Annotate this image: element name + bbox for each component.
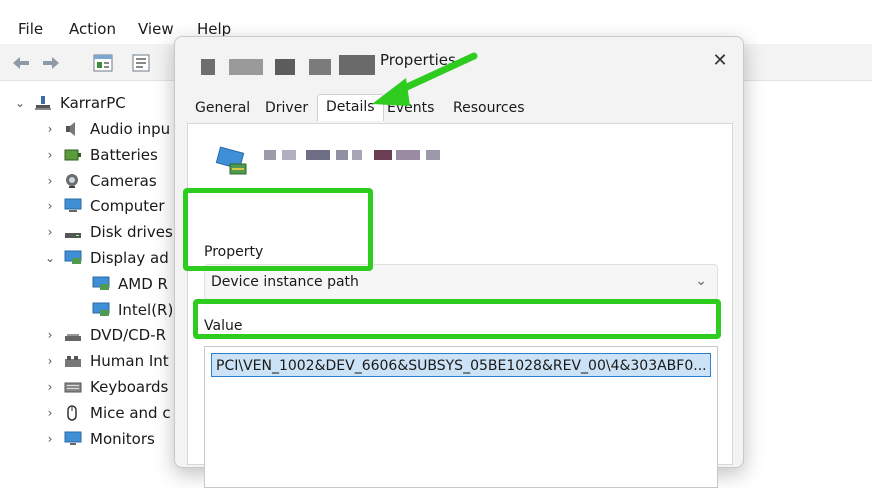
- chevron-right-icon[interactable]: ›: [44, 122, 56, 136]
- mouse-icon: [64, 405, 82, 421]
- chevron-right-icon[interactable]: ›: [44, 380, 56, 394]
- back-arrow-icon[interactable]: [10, 54, 32, 72]
- tree-item-label: Intel(R): [118, 300, 174, 319]
- console-tree-icon[interactable]: [92, 54, 114, 72]
- menu-file[interactable]: File: [18, 20, 43, 38]
- tree-item-label: Audio inpu: [90, 120, 171, 138]
- properties-icon[interactable]: [130, 54, 152, 72]
- speaker-icon: [64, 121, 82, 137]
- device-tree: ⌄ KarrarPC › Audio inpu › Batteries › Cameras…: [0, 92, 180, 449]
- close-icon: ✕: [712, 49, 728, 71]
- tree-item[interactable]: › Monitors: [44, 428, 155, 450]
- tree-item[interactable]: › Keyboards: [44, 376, 169, 398]
- menu-view[interactable]: View: [138, 20, 174, 38]
- tree-item-label: Mice and c: [90, 403, 171, 422]
- value-list-item[interactable]: PCI\VEN_1002&DEV_6606&SUBSYS_05BE1028&RE…: [211, 353, 711, 377]
- details-panel: Property Device instance path ⌄ Value PC…: [187, 123, 733, 488]
- property-dropdown-value: Device instance path: [211, 274, 359, 290]
- tab-general[interactable]: General: [195, 100, 250, 116]
- tree-item-label: Keyboards: [90, 378, 169, 396]
- tree-item-label: Monitors: [90, 429, 155, 448]
- hid-icon: [64, 353, 82, 369]
- tree-root-label: KarrarPC: [60, 94, 126, 112]
- value-highlight-box: [193, 299, 721, 339]
- tree-item-label: Disk drives: [90, 223, 173, 242]
- display-adapter-icon: [64, 250, 82, 266]
- camera-icon: [64, 173, 82, 189]
- computer-icon: [64, 198, 82, 214]
- tree-item[interactable]: AMD R: [92, 273, 168, 295]
- display-adapter-icon: [92, 302, 110, 318]
- close-button[interactable]: ✕: [707, 47, 733, 73]
- chevron-right-icon[interactable]: ›: [44, 148, 56, 162]
- chevron-down-icon: ⌄: [695, 273, 707, 289]
- tree-item[interactable]: › Mice and c: [44, 402, 171, 424]
- menu-action[interactable]: Action: [69, 20, 116, 38]
- tree-item[interactable]: › Computer: [44, 195, 165, 217]
- chevron-down-icon[interactable]: ⌄: [14, 96, 26, 110]
- chevron-down-icon[interactable]: ⌄: [44, 251, 56, 265]
- computer-root-icon: [34, 95, 52, 111]
- tree-item[interactable]: › Cameras: [44, 170, 157, 192]
- property-highlight-box: [183, 188, 373, 271]
- tree-root[interactable]: ⌄ KarrarPC: [14, 92, 126, 114]
- display-adapter-icon: [92, 276, 110, 292]
- chevron-right-icon[interactable]: ›: [44, 354, 56, 368]
- annotation-arrow-icon: [372, 52, 478, 106]
- value-list[interactable]: PCI\VEN_1002&DEV_6606&SUBSYS_05BE1028&RE…: [204, 346, 718, 488]
- display-adapter-icon: [215, 144, 250, 182]
- tree-item-label: Batteries: [90, 145, 158, 164]
- tree-item[interactable]: › Audio inpu: [44, 118, 171, 140]
- tree-item[interactable]: › Disk drives: [44, 221, 173, 243]
- chevron-right-icon[interactable]: ›: [44, 432, 56, 446]
- tab-driver[interactable]: Driver: [265, 100, 308, 116]
- tree-item-label: Cameras: [90, 171, 157, 190]
- monitor-icon: [64, 431, 82, 447]
- tree-item-label: AMD R: [118, 274, 168, 293]
- dvd-drive-icon: [64, 327, 82, 343]
- disk-drive-icon: [64, 224, 82, 240]
- chevron-right-icon[interactable]: ›: [44, 174, 56, 188]
- tree-item[interactable]: Intel(R): [92, 299, 173, 321]
- tree-item[interactable]: › Human Int: [44, 350, 169, 372]
- tree-item-label: DVD/CD-R: [90, 326, 167, 345]
- tree-item-label: Display ad: [90, 249, 169, 267]
- tree-item-label: Computer: [90, 197, 165, 216]
- chevron-right-icon[interactable]: ›: [44, 199, 56, 213]
- tree-item[interactable]: › DVD/CD-R: [44, 324, 166, 346]
- keyboard-icon: [64, 379, 82, 395]
- chevron-right-icon[interactable]: ›: [44, 328, 56, 342]
- tree-item-label: Human Int: [90, 352, 169, 371]
- forward-arrow-icon[interactable]: [40, 54, 62, 72]
- chevron-right-icon[interactable]: ›: [44, 406, 56, 420]
- battery-icon: [64, 147, 82, 163]
- chevron-right-icon[interactable]: ›: [44, 225, 56, 239]
- tree-item[interactable]: ⌄ Display ad: [44, 247, 169, 269]
- tree-item[interactable]: › Batteries: [44, 144, 158, 166]
